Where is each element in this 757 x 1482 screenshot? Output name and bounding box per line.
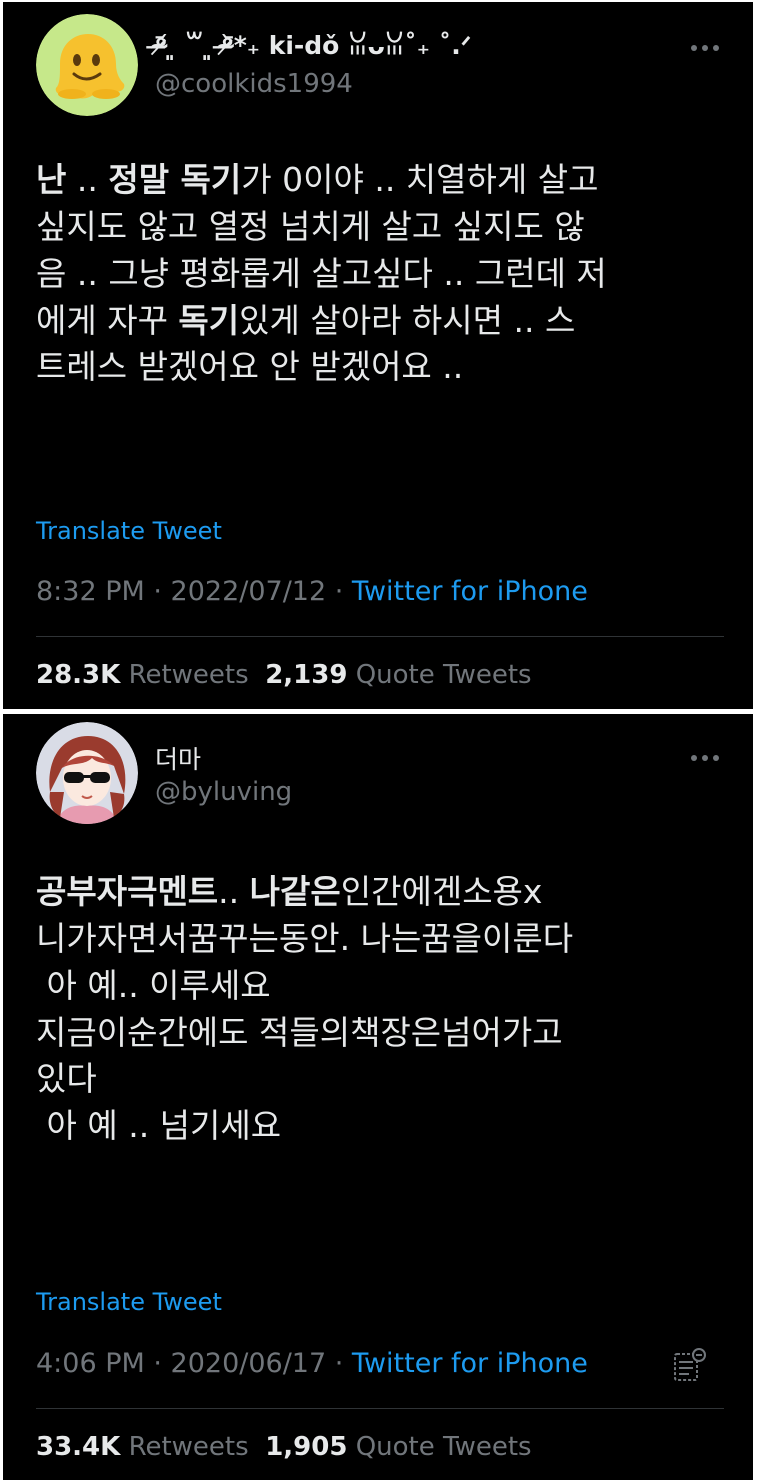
tweet-text-line: 니가자면서꿈꾸는동안. 나는꿈을이룬다	[36, 916, 726, 963]
divider	[36, 1408, 724, 1409]
meta-separator: ·	[144, 1348, 171, 1379]
tweet-text-segment: 트레스 받겠어요 안 받겠어요 ..	[36, 347, 464, 387]
tweet-text-line: 트레스 받겠어요 안 받겠어요 ..	[36, 344, 726, 391]
translate-tweet-link[interactable]: Translate Tweet	[36, 517, 222, 545]
tweet-text-line: 아 예 .. 넘기세요	[36, 1103, 726, 1150]
tweet-text-segment: 가 0이야 .. 치열하게 살고	[241, 160, 599, 199]
tweet-analytics-icon[interactable]	[669, 1346, 709, 1386]
tweet-card: ᵒ̴̶̷᷄ ͈ ꒳ ͈ ᵒ̴̶̷᷅*₊ ki-dǒ ꈍᴗꈍ˚₊ ˚.ᐟ @coo…	[3, 2, 753, 709]
tweet-text: 공부자극멘트.. 나같은인간에겐소용x 니가자면서꿈꾸는동안. 나는꿈을이룬다 아…	[36, 869, 726, 1150]
quote-tweets-label: Quote Tweets	[355, 660, 532, 690]
tweet-meta: 4:06 PM · 2020/06/17 · Twitter for iPhon…	[36, 1348, 588, 1379]
display-name[interactable]: 더마	[155, 740, 201, 776]
display-name[interactable]: ᵒ̴̶̷᷄ ͈ ꒳ ͈ ᵒ̴̶̷᷅*₊ ki-dǒ ꈍᴗꈍ˚₊ ˚.ᐟ	[155, 28, 471, 61]
tweet-time: 8:32 PM	[36, 576, 145, 607]
retweets-count: 28.3K	[36, 660, 121, 690]
tweet-text-line: 에게 자꾸 독기있게 살아라 하시면 .. 스	[36, 298, 726, 345]
tweet-text-bold: 공부자극멘트	[36, 872, 219, 911]
tweet-text-segment: 있다	[36, 1059, 97, 1099]
user-handle[interactable]: @byluving	[155, 777, 292, 807]
tweet-date: 2022/07/12	[170, 576, 327, 607]
tweet-text-line: 있다	[36, 1056, 726, 1103]
tweet-text-bold: 독기	[178, 300, 240, 340]
tweet-text: 난 .. 정말 독기가 0이야 .. 치열하게 살고 싶지도 않고 열정 넘치게 …	[36, 157, 726, 391]
tweet-text-segment: 아 예 .. 넘기세요	[36, 1106, 282, 1146]
quote-tweets-label: Quote Tweets	[355, 1432, 532, 1462]
tweet-text-segment: 싶지도 않고 열정 넘치게 살고 싶지도 않	[36, 206, 585, 246]
meta-separator: ·	[326, 1348, 352, 1379]
retweets-label: Retweets	[128, 1432, 249, 1462]
tweet-text-line: 지금이순간에도 적들의책장은넘어가고	[36, 1010, 726, 1057]
tweet-text-bold: 나같은	[249, 872, 341, 911]
quote-tweets-stat[interactable]: 2,139 Quote Tweets	[265, 660, 531, 690]
anime-girl-sunglasses-avatar-icon	[36, 722, 138, 824]
tweet-text-segment: 음 .. 그냥 평화롭게 살고싶다 .. 그런데 저	[36, 253, 607, 293]
tweet-text-line: 음 .. 그냥 평화롭게 살고싶다 .. 그런데 저	[36, 251, 726, 298]
meta-separator: ·	[326, 576, 352, 607]
retweets-stat[interactable]: 28.3K Retweets	[36, 660, 249, 690]
avatar[interactable]	[36, 14, 138, 116]
more-options-icon[interactable]	[687, 42, 723, 54]
tweet-text-line: 싶지도 않고 열정 넘치게 살고 싶지도 않	[36, 204, 726, 251]
tweet-date: 2020/06/17	[170, 1348, 327, 1379]
tweet-text-line: 난 .. 정말 독기가 0이야 .. 치열하게 살고	[36, 157, 726, 204]
user-handle[interactable]: @coolkids1994	[155, 69, 353, 99]
melting-face-emoji-icon	[36, 14, 138, 116]
avatar[interactable]	[36, 722, 138, 824]
retweets-label: Retweets	[128, 660, 249, 690]
tweet-text-bold: 난	[36, 160, 67, 199]
tweet-text-segment: 니가자면서꿈꾸는동안. 나는꿈을이룬다	[36, 918, 574, 958]
meta-separator: ·	[144, 576, 171, 607]
tweet-text-segment: 지금이순간에도 적들의책장은넘어가고	[36, 1012, 563, 1052]
tweet-meta: 8:32 PM · 2022/07/12 · Twitter for iPhon…	[36, 576, 588, 607]
tweet-text-segment: ..	[66, 160, 109, 199]
tweet-text-line: 공부자극멘트.. 나같은인간에겐소용x	[36, 869, 726, 916]
tweet-text-segment: 인간에겐소용x	[340, 872, 543, 911]
tweet-card: 더마 @byluving 공부자극멘트.. 나같은인간에겐소용x 니가자면서꿈꾸는…	[3, 714, 753, 1480]
tweet-source-link[interactable]: Twitter for iPhone	[352, 576, 588, 607]
tweet-text-segment: ..	[218, 872, 250, 911]
translate-tweet-link[interactable]: Translate Tweet	[36, 1288, 222, 1316]
tweet-time: 4:06 PM	[36, 1348, 145, 1379]
tweet-stats: 28.3K Retweets 2,139 Quote Tweets	[36, 660, 532, 690]
tweet-stats: 33.4K Retweets 1,905 Quote Tweets	[36, 1432, 532, 1462]
retweets-stat[interactable]: 33.4K Retweets	[36, 1432, 249, 1462]
tweet-text-bold: 정말 독기	[108, 160, 242, 199]
tweet-text-segment: 에게 자꾸	[36, 300, 179, 340]
more-options-icon[interactable]	[687, 752, 723, 764]
divider	[36, 636, 724, 637]
tweet-text-segment: 있게 살아라 하시면 .. 스	[239, 300, 576, 340]
retweets-count: 33.4K	[36, 1432, 121, 1462]
tweet-text-segment: 아 예.. 이루세요	[36, 965, 271, 1005]
tweet-text-line: 아 예.. 이루세요	[36, 963, 726, 1010]
quote-tweets-count: 1,905	[265, 1432, 348, 1462]
quote-tweets-stat[interactable]: 1,905 Quote Tweets	[265, 1432, 531, 1462]
quote-tweets-count: 2,139	[265, 660, 348, 690]
tweet-source-link[interactable]: Twitter for iPhone	[352, 1348, 588, 1379]
